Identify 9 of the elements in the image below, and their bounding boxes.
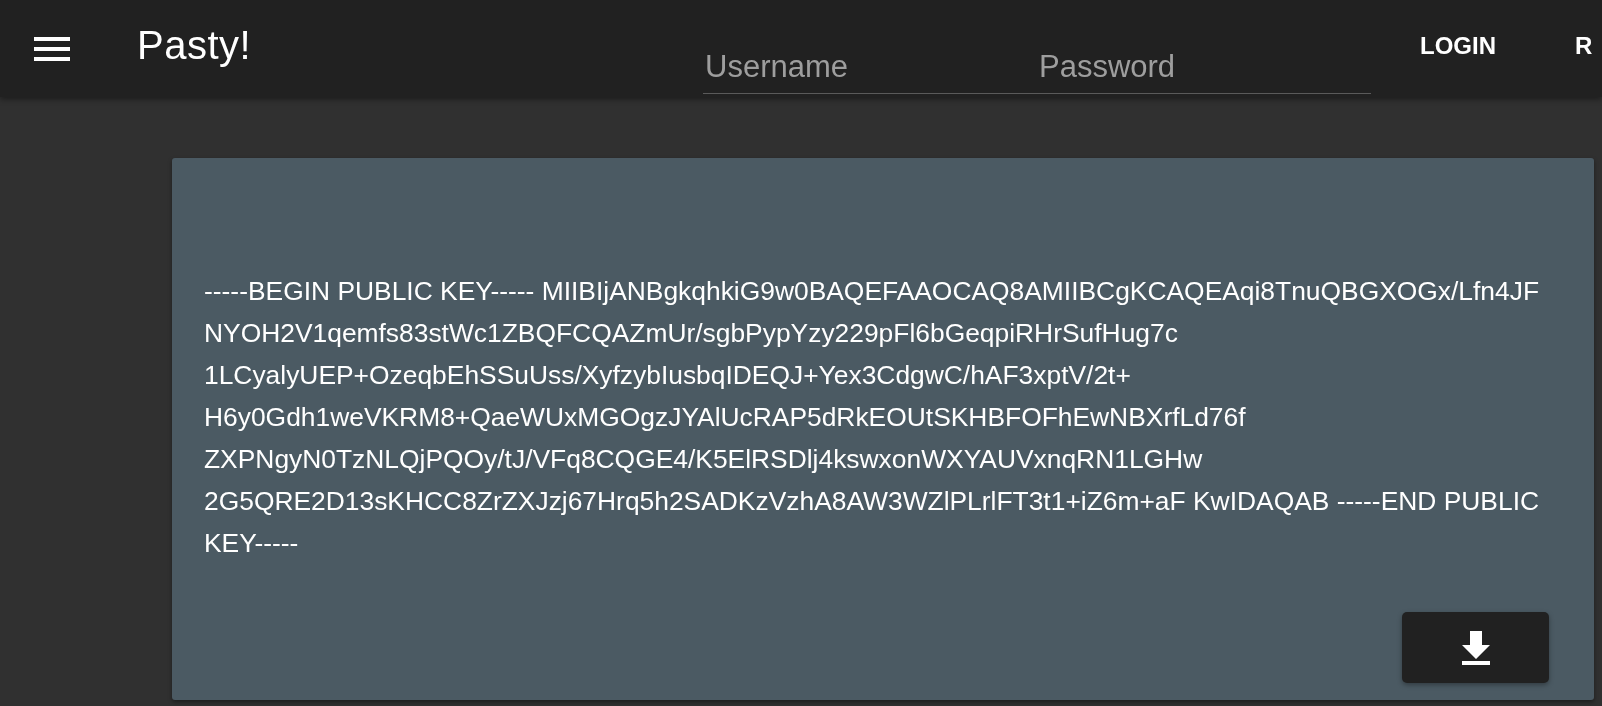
login-button[interactable]: LOGIN — [1404, 19, 1512, 72]
download-icon — [1461, 630, 1490, 665]
app-title: Pasty! — [137, 23, 253, 68]
nav-button[interactable]: R — [1559, 19, 1602, 72]
password-field[interactable]: Password — [1037, 49, 1371, 94]
public-key-text: -----BEGIN PUBLIC KEY----- MIIBIjANBgkqhkiG9w0BAQEFAAOCAQ8AMIIBCgKCAQEAqi8TnuQBGXOGx/Lfn4JF NYOH2V1qemfs83stWc1ZBQFCQAZmUr/sgbPypYzy229pFl6bGeqpiRHrSufHug7c 1LCyalyUEP+OzeqbEhSSuUss/XyfzybIusbqIDEQJ+Yex3CdgwC/hAF3xptV/2t+ H6y0Gdh1weVKRM8+QaeWUxMGOgzJYAlUcRAP5dRkEOUtSKHBFOFhEwNBXrfLd76f ZXPNgyN0TzNLQjPQOy/tJ/VFq8CQGE4/K5ElRSDlj4kswxonWXYAUVxnqRN1LGHw 2G5QRE2D13sKHCC8ZrZXJzj67Hrq5h2SADKzVzhA8AW3WZlPLrlFT3t1+iZ6m+aF KwIDAQAB -----END PUBLIC KEY----- — [204, 275, 1541, 560]
menu-icon[interactable] — [34, 36, 70, 61]
username-field[interactable]: Username — [703, 49, 1037, 94]
download-button[interactable] — [1402, 612, 1549, 683]
